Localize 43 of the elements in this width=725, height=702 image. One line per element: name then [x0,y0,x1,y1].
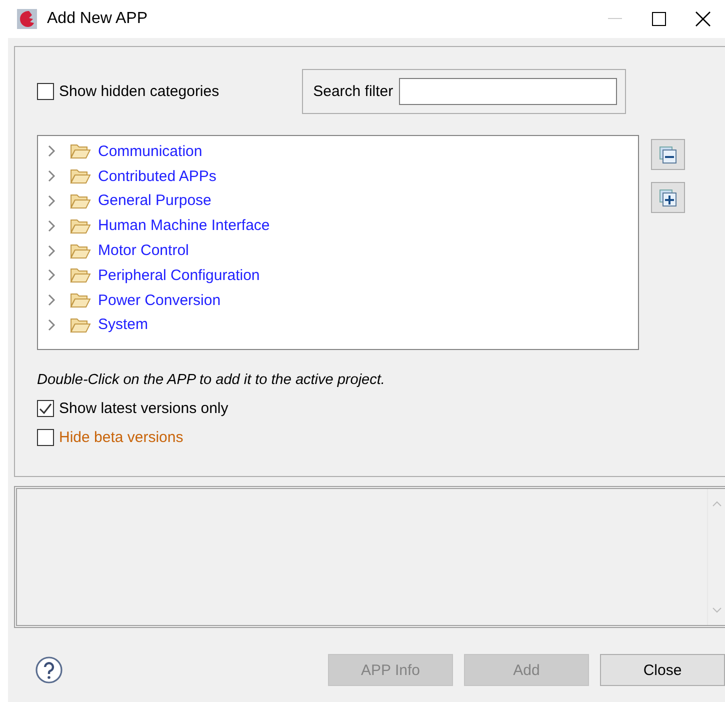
close-icon[interactable] [695,11,711,27]
hint-text: Double-Click on the APP to add it to the active project. [37,372,386,388]
tree-item[interactable]: Human Machine Interface [98,217,270,234]
collapse-all-button[interactable] [651,139,685,170]
window-title: Add New APP [47,10,148,28]
chevron-icon[interactable] [48,170,56,182]
help-icon[interactable] [35,656,63,684]
chevron-icon[interactable] [48,194,56,207]
search-label: Search filter [313,83,394,100]
checkbox[interactable] [37,400,54,417]
folder-icon [70,292,91,308]
tree-item[interactable]: Peripheral Configuration [98,266,260,284]
checkbox-label: Hide beta versions [59,429,184,446]
tree-item[interactable]: General Purpose [98,192,212,210]
folder-icon [70,242,91,259]
checkbox[interactable] [37,429,54,446]
folder-icon [70,192,91,209]
tree-item[interactable]: Communication [98,142,202,160]
tree-item[interactable]: Contributed APPs [98,168,216,185]
expand-all-icon [659,188,677,206]
chevron-icon[interactable] [48,220,56,232]
chevron-icon[interactable] [48,294,56,306]
maximize-icon[interactable] [652,12,666,26]
checkbox-label: Show hidden categories [59,83,220,100]
chevron-icon[interactable] [48,318,56,331]
folder-icon [70,218,91,234]
folder-icon [70,267,91,284]
search-field[interactable] [399,78,618,105]
dialog-button[interactable]: Close [600,654,725,686]
checkbox[interactable] [37,83,54,100]
folder-icon [70,168,91,184]
tree-item[interactable]: Power Conversion [98,292,221,309]
tree-item[interactable]: System [98,316,148,334]
collapse-all-icon [659,146,677,164]
checkbox-label: Show latest versions only [59,400,228,417]
chevron-icon[interactable] [48,145,56,158]
chevron-icon[interactable] [48,269,56,282]
folder-icon [70,316,91,333]
tree-item[interactable]: Motor Control [98,242,189,260]
folder-icon [70,143,91,160]
chevron-icon[interactable] [48,244,56,257]
expand-all-button[interactable] [651,182,685,213]
app-logo-icon [17,9,37,29]
